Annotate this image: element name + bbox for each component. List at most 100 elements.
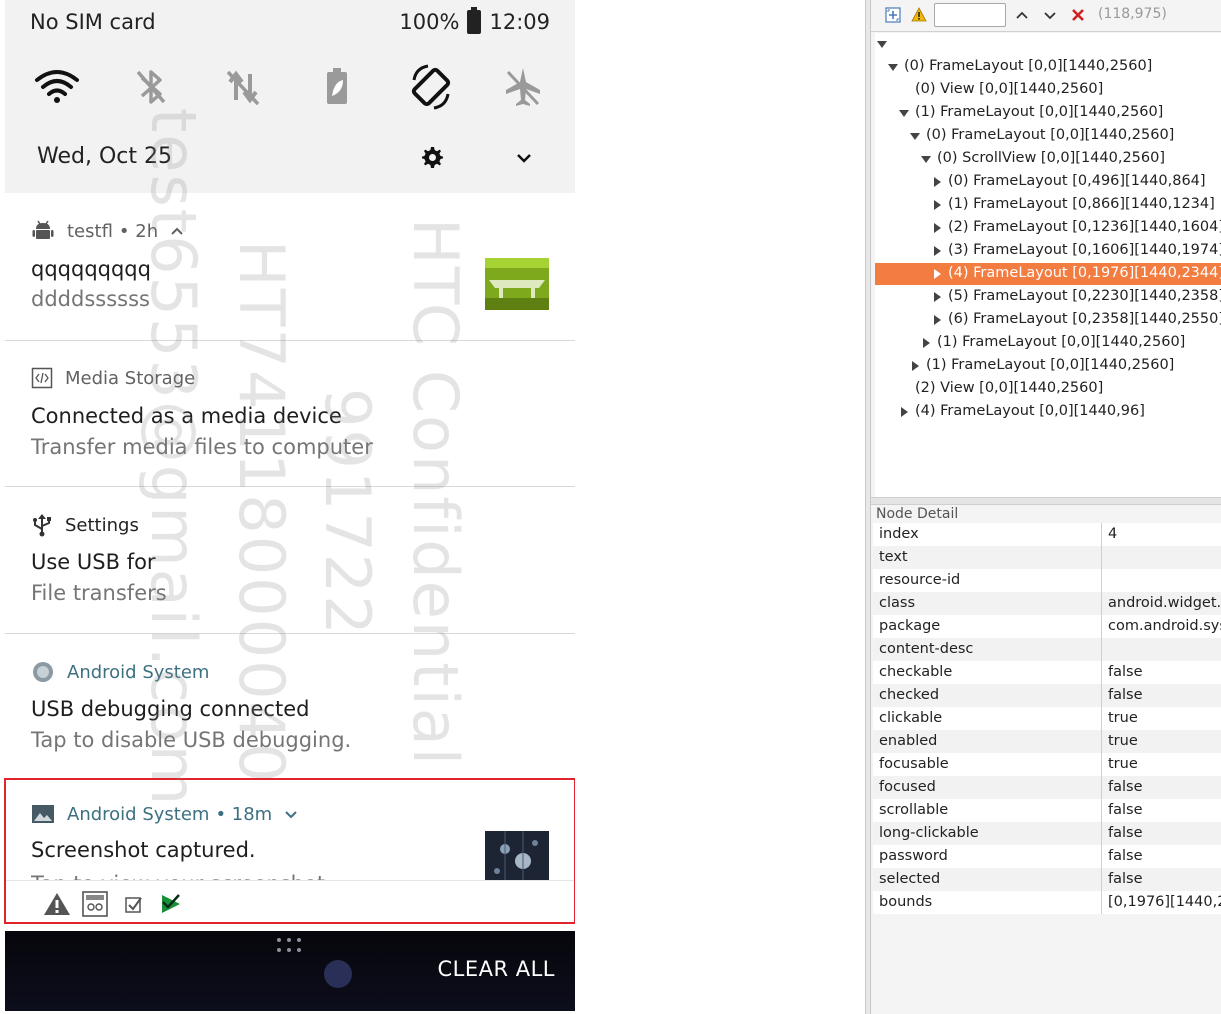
previous-match-icon[interactable] xyxy=(1014,7,1030,23)
tree-node[interactable]: (0) FrameLayout [0,0][1440,2560] xyxy=(875,125,1221,147)
expand-chevron-icon[interactable] xyxy=(514,148,534,168)
detail-row-password[interactable]: password false xyxy=(873,845,1221,868)
tree-node[interactable]: (0) ScrollView [0,0][1440,2560] xyxy=(875,148,1221,170)
pane-split-handle[interactable] xyxy=(871,497,1221,505)
detail-row-package[interactable]: package com.android.syst xyxy=(873,615,1221,638)
tree-node[interactable]: (1) FrameLayout [0,0][1440,2560] xyxy=(875,355,1221,377)
tree-node-selected[interactable]: (4) FrameLayout [0,1976][1440,2344] xyxy=(875,263,1221,285)
uiautomator-window: No SIM card 100% 12:09 Wed, Oct 25 testf… xyxy=(0,0,1221,1014)
tree-node[interactable]: (0) FrameLayout [0,496][1440,864] xyxy=(875,171,1221,193)
auto-rotate-icon[interactable] xyxy=(406,62,456,112)
battery-saver-icon[interactable] xyxy=(312,62,362,112)
tree-node-label: (4) FrameLayout [0,0][1440,96] xyxy=(915,403,1145,419)
tree-node[interactable]: (0) View [0,0][1440,2560] xyxy=(875,79,1221,101)
column-separator xyxy=(1101,868,1102,891)
play-check-icon[interactable] xyxy=(160,893,182,915)
tree-node[interactable]: (6) FrameLayout [0,2358][1440,2550] xyxy=(875,309,1221,331)
detail-row-scrollable[interactable]: scrollable false xyxy=(873,799,1221,822)
expand-triangle-icon[interactable] xyxy=(934,200,941,210)
collapse-triangle-icon[interactable] xyxy=(899,110,909,117)
settings-gear-icon[interactable] xyxy=(420,145,444,169)
tree-node-label: (0) FrameLayout [0,0][1440,2560] xyxy=(926,127,1175,143)
bluetooth-off-icon[interactable] xyxy=(126,62,176,112)
column-separator xyxy=(1101,661,1102,684)
detail-key: bounds xyxy=(879,894,933,910)
expand-triangle-icon[interactable] xyxy=(934,223,941,233)
next-match-icon[interactable] xyxy=(1042,7,1058,23)
notification-settings-usb[interactable]: Settings Use USB for File transfers xyxy=(5,487,575,634)
tree-node[interactable]: (0) FrameLayout [0,0][1440,2560] xyxy=(875,56,1221,78)
detail-row-bounds[interactable]: bounds [0,1976][1440,234 xyxy=(873,891,1221,914)
tree-node[interactable]: (2) FrameLayout [0,1236][1440,1604] xyxy=(875,217,1221,239)
detail-row-checked[interactable]: checked false xyxy=(873,684,1221,707)
collapse-triangle-icon[interactable] xyxy=(877,41,887,48)
android-icon xyxy=(32,220,54,239)
airplane-mode-icon[interactable] xyxy=(498,62,548,112)
checkbox-icon[interactable] xyxy=(125,895,143,915)
hierarchy-inspector: (118,975) (0) FrameLayout [0,0][1440,256… xyxy=(871,0,1221,1014)
report-icon[interactable] xyxy=(82,891,108,917)
notification-text: Tap to disable USB debugging. xyxy=(31,728,352,752)
detail-row-content-desc[interactable]: content-desc xyxy=(873,638,1221,661)
chevron-down-icon[interactable] xyxy=(284,809,298,819)
tree-node[interactable]: (3) FrameLayout [0,1606][1440,1974] xyxy=(875,240,1221,262)
expand-triangle-icon[interactable] xyxy=(912,361,919,371)
detail-row-long-clickable[interactable]: long-clickable false xyxy=(873,822,1221,845)
phone-screen: No SIM card 100% 12:09 Wed, Oct 25 testf… xyxy=(0,0,575,1014)
detail-row-clickable[interactable]: clickable true xyxy=(873,707,1221,730)
warning-filter-icon[interactable] xyxy=(911,7,927,23)
expand-triangle-icon[interactable] xyxy=(934,315,941,325)
detail-row-focused[interactable]: focused false xyxy=(873,776,1221,799)
column-separator xyxy=(1101,845,1102,868)
collapse-triangle-icon[interactable] xyxy=(910,133,920,140)
notification-header: Android System xyxy=(31,660,209,684)
column-separator xyxy=(1101,707,1102,730)
clear-search-icon[interactable] xyxy=(1070,7,1086,23)
wifi-icon[interactable] xyxy=(32,62,82,112)
collapse-triangle-icon[interactable] xyxy=(888,64,898,71)
detail-key: long-clickable xyxy=(879,825,979,841)
collapse-triangle-icon[interactable] xyxy=(921,156,931,163)
tree-node[interactable] xyxy=(875,33,1221,55)
expand-all-icon[interactable] xyxy=(885,7,901,23)
detail-key: scrollable xyxy=(879,802,949,818)
detail-row-checkable[interactable]: checkable false xyxy=(873,661,1221,684)
warning-icon[interactable] xyxy=(43,891,71,917)
tree-node[interactable]: (2) View [0,0][1440,2560] xyxy=(875,378,1221,400)
expand-triangle-icon[interactable] xyxy=(901,407,908,417)
detail-row-class[interactable]: class android.widget.F xyxy=(873,592,1221,615)
expand-triangle-icon[interactable] xyxy=(934,269,941,279)
drag-handle-icon[interactable] xyxy=(275,936,307,956)
column-separator xyxy=(1101,546,1102,569)
detail-row-index[interactable]: index 4 xyxy=(873,523,1221,546)
tree-node[interactable]: (4) FrameLayout [0,0][1440,96] xyxy=(875,401,1221,423)
tree-node[interactable]: (1) FrameLayout [0,0][1440,2560] xyxy=(875,332,1221,354)
status-right: 100% 12:09 xyxy=(399,7,550,34)
expand-triangle-icon[interactable] xyxy=(934,246,941,256)
notification-testfl[interactable]: testfl • 2h qqqqqqqqq ddddssssss xyxy=(5,193,575,341)
tree-node[interactable]: (1) FrameLayout [0,866][1440,1234] xyxy=(875,194,1221,216)
expand-triangle-icon[interactable] xyxy=(934,177,941,187)
search-input[interactable] xyxy=(934,3,1006,27)
detail-row-resource-id[interactable]: resource-id xyxy=(873,569,1221,592)
notification-usb-debugging[interactable]: Android System USB debugging connected T… xyxy=(5,634,575,779)
detail-row-focusable[interactable]: focusable true xyxy=(873,753,1221,776)
expand-triangle-icon[interactable] xyxy=(923,338,930,348)
detail-row-selected[interactable]: selected false xyxy=(873,868,1221,891)
notification-app-name: Settings xyxy=(65,514,139,536)
detail-value: false xyxy=(1108,848,1143,864)
tree-node[interactable]: (5) FrameLayout [0,2230][1440,2358] xyxy=(875,286,1221,308)
notification-media-storage[interactable]: Media Storage Connected as a media devic… xyxy=(5,341,575,487)
notification-text: ddddssssss xyxy=(31,287,150,311)
chevron-up-icon[interactable] xyxy=(170,226,184,236)
column-separator xyxy=(1101,569,1102,592)
detail-key: resource-id xyxy=(879,572,961,588)
hierarchy-tree[interactable]: (0) FrameLayout [0,0][1440,2560] (0) View… xyxy=(875,33,1221,497)
mobile-data-off-icon[interactable] xyxy=(218,62,268,112)
expand-triangle-icon[interactable] xyxy=(934,292,941,302)
detail-row-enabled[interactable]: enabled true xyxy=(873,730,1221,753)
tree-node[interactable]: (1) FrameLayout [0,0][1440,2560] xyxy=(875,102,1221,124)
clear-all-button[interactable]: CLEAR ALL xyxy=(437,957,555,981)
detail-value: false xyxy=(1108,779,1143,795)
detail-row-text[interactable]: text xyxy=(873,546,1221,569)
